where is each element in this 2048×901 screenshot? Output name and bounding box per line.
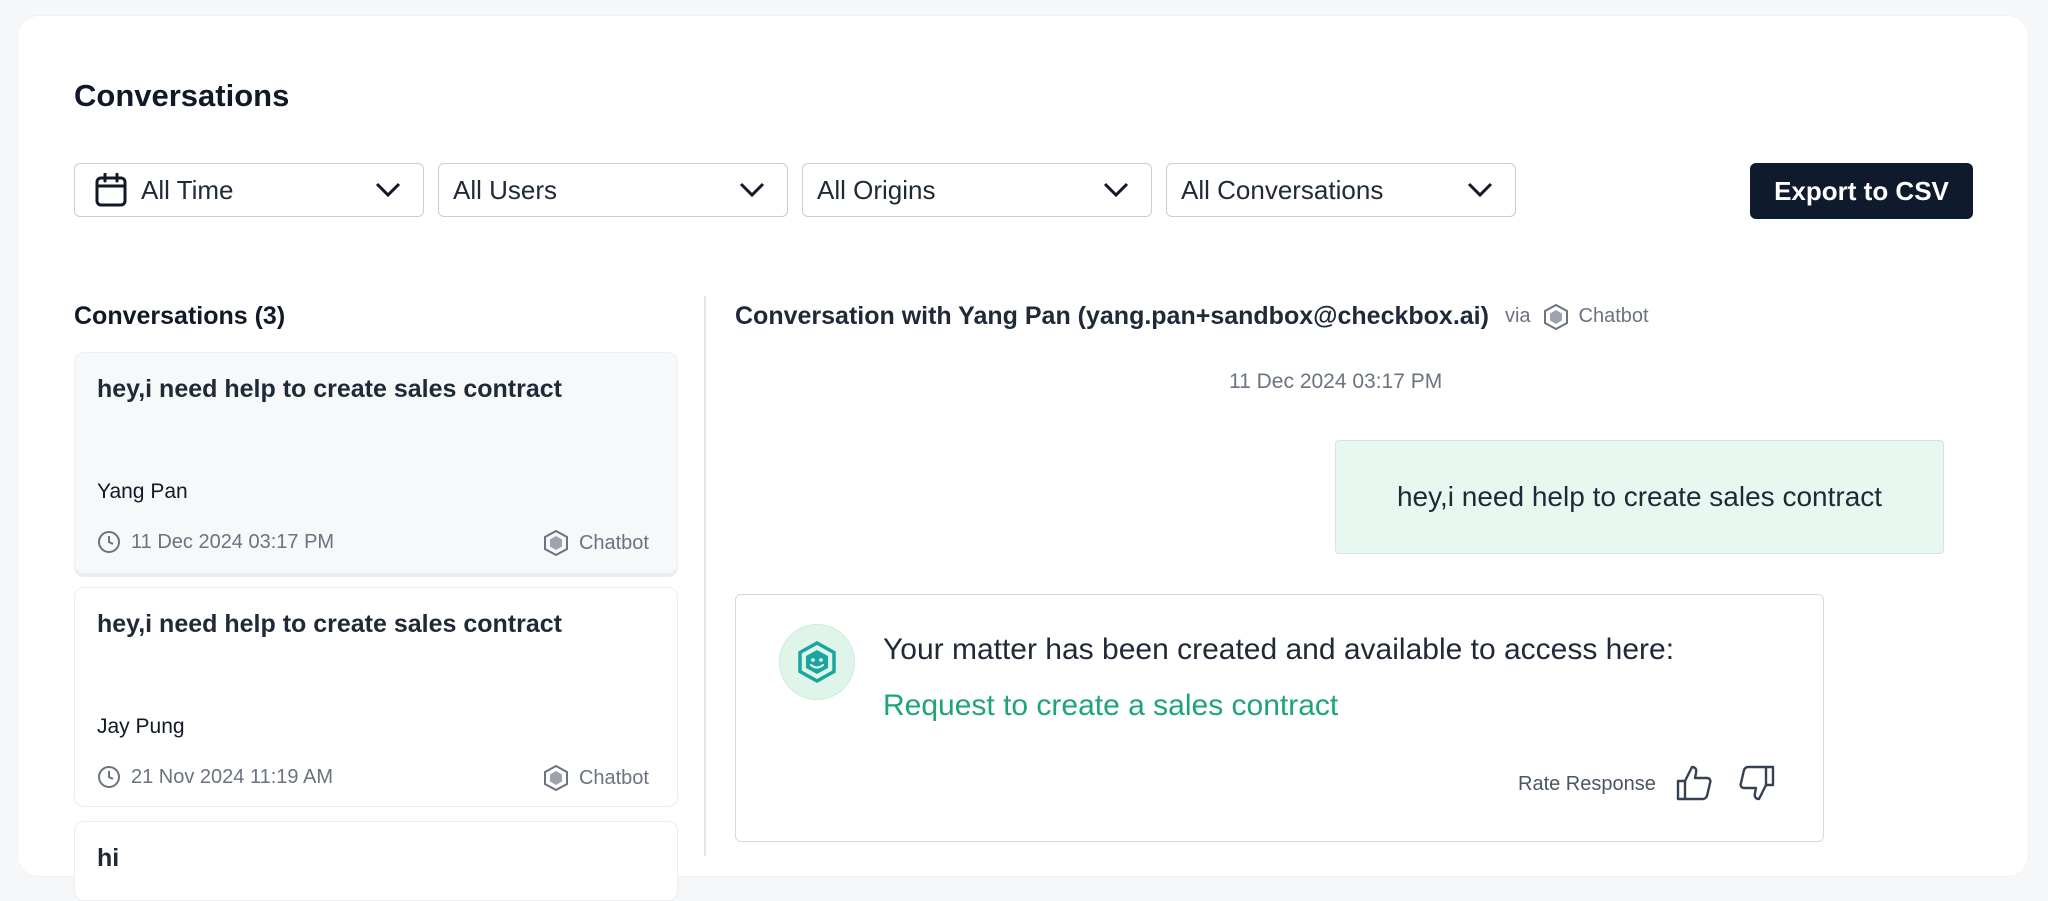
chatbot-icon xyxy=(798,640,836,684)
origins-filter-value: All Origins xyxy=(817,174,936,205)
conversation-timestamp-text: 21 Nov 2024 11:19 AM xyxy=(131,765,333,788)
conversation-origin-text: Chatbot xyxy=(578,531,649,554)
thread-title: Conversation with Yang Pan (yang.pan+san… xyxy=(735,302,1489,330)
bot-message-text: Your matter has been created and availab… xyxy=(883,633,1675,666)
thread-origin-text: Chatbot xyxy=(1578,305,1649,327)
conversation-list-item[interactable]: hi xyxy=(74,821,678,901)
conversation-list-item[interactable]: hey,i need help to create sales contract… xyxy=(74,352,678,574)
calendar-icon xyxy=(95,173,127,207)
time-filter-value: All Time xyxy=(141,174,234,205)
conversation-title: hi xyxy=(97,844,120,872)
time-filter-dropdown[interactable]: All Time xyxy=(74,163,424,217)
user-message-bubble: hey,i need help to create sales contract xyxy=(1335,440,1944,554)
bot-message-card: Your matter has been created and availab… xyxy=(735,594,1824,842)
thread-header: Conversation with Yang Pan (yang.pan+san… xyxy=(735,302,1649,331)
conversation-title: hey,i need help to create sales contract xyxy=(97,610,562,638)
chevron-down-icon xyxy=(1103,182,1129,198)
conversation-user: Yang Pan xyxy=(97,480,188,503)
chatbot-icon xyxy=(543,765,568,791)
clock-icon xyxy=(98,766,120,788)
conversation-origin: Chatbot xyxy=(543,530,649,556)
thread-timestamp: 11 Dec 2024 03:17 PM xyxy=(1229,370,1443,393)
conversation-title: hey,i need help to create sales contract xyxy=(97,375,562,403)
chevron-down-icon xyxy=(1467,182,1493,198)
thumbs-down-icon[interactable] xyxy=(1737,763,1777,803)
matter-link[interactable]: Request to create a sales contract xyxy=(883,689,1338,723)
bot-avatar xyxy=(779,624,855,700)
user-message-text: hey,i need help to create sales contract xyxy=(1396,481,1883,512)
thread-origin: via Chatbot xyxy=(1504,303,1649,330)
rate-response-label: Rate Response xyxy=(1518,773,1656,795)
chatbot-icon xyxy=(1543,303,1568,330)
users-filter-dropdown[interactable]: All Users xyxy=(438,163,788,217)
conversation-list-item[interactable]: hey,i need help to create sales contract… xyxy=(74,587,678,807)
page-title: Conversations xyxy=(74,78,290,113)
conversations-count-heading: Conversations (3) xyxy=(74,302,286,330)
chevron-down-icon xyxy=(739,182,765,198)
conversation-origin-text: Chatbot xyxy=(578,766,649,789)
conversation-user: Jay Pung xyxy=(97,715,185,738)
users-filter-value: All Users xyxy=(453,174,558,205)
clock-icon xyxy=(98,531,120,553)
origins-filter-dropdown[interactable]: All Origins xyxy=(802,163,1152,217)
chatbot-icon xyxy=(543,530,568,556)
conversation-timestamp-text: 11 Dec 2024 03:17 PM xyxy=(131,530,335,553)
conversations-filter-dropdown[interactable]: All Conversations xyxy=(1166,163,1516,217)
chevron-down-icon xyxy=(375,182,401,198)
panel-divider xyxy=(704,296,706,856)
conversation-timestamp: 11 Dec 2024 03:17 PM xyxy=(97,530,334,554)
conversation-origin: Chatbot xyxy=(543,765,649,791)
export-csv-button[interactable]: Export to CSV xyxy=(1750,163,1973,219)
via-label: via xyxy=(1504,305,1531,327)
conversations-filter-value: All Conversations xyxy=(1181,174,1384,205)
thumbs-up-icon[interactable] xyxy=(1674,763,1714,803)
conversation-timestamp: 21 Nov 2024 11:19 AM xyxy=(97,765,333,789)
